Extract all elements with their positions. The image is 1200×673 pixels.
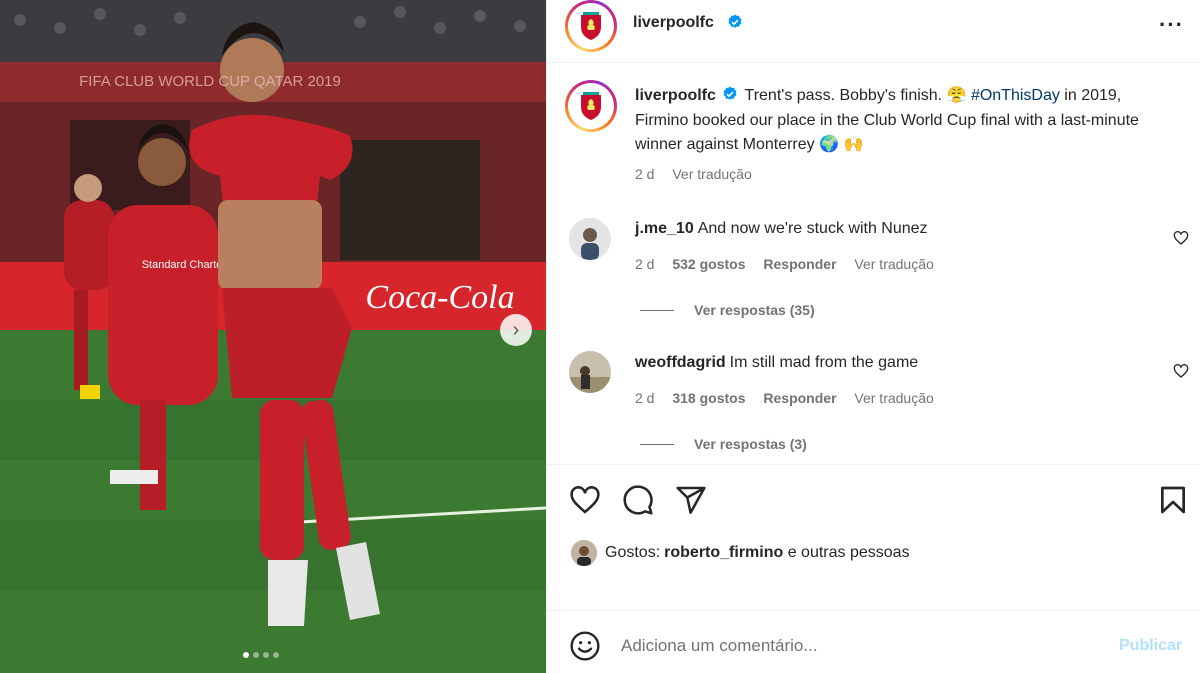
post-caption: liverpoolfc Trent's pass. Bobby's finish… xyxy=(635,84,1175,158)
likes-summary: Gostos: roberto_firmino e outras pessoas xyxy=(571,540,910,566)
verified-badge-icon xyxy=(728,14,742,28)
likes-user-link[interactable]: roberto_firmino xyxy=(664,544,783,562)
stadium-banner-text: FIFA CLUB WORLD CUP QATAR 2019 xyxy=(79,73,341,90)
post-actions-bar xyxy=(547,466,1200,536)
comment-translate-link[interactable]: Ver tradução xyxy=(854,390,933,406)
comment-translate-link[interactable]: Ver tradução xyxy=(854,256,933,272)
view-replies-button[interactable]: Ver respostas (3) xyxy=(640,436,807,452)
carousel-dot xyxy=(263,652,269,658)
carousel-indicator xyxy=(243,652,279,658)
add-comment-bar: Publicar xyxy=(547,610,1200,673)
comment-time[interactable]: 2 d xyxy=(635,390,654,406)
bookmark-icon[interactable] xyxy=(1157,484,1189,516)
post-side-panel: liverpoolfc ··· liverpoolfc Trent's pass… xyxy=(546,0,1200,673)
post-photo: Coca-Cola Standard Chartered FIFA CLUB W… xyxy=(0,0,546,673)
comments-section[interactable]: liverpoolfc Trent's pass. Bobby's finish… xyxy=(547,64,1200,465)
emoji-icon[interactable] xyxy=(569,630,601,662)
comment-avatar[interactable] xyxy=(569,351,611,393)
caption-hashtag[interactable]: #OnThisDay xyxy=(971,87,1060,104)
carousel-dot xyxy=(243,652,249,658)
likes-prefix: Gostos: xyxy=(605,544,661,561)
caption-translate-link[interactable]: Ver tradução xyxy=(672,166,751,182)
caption-text-before: Trent's pass. Bobby's finish. 😤 xyxy=(744,87,971,104)
caption-avatar[interactable] xyxy=(565,80,617,132)
carousel-dot xyxy=(253,652,259,658)
comment-username[interactable]: j.me_10 xyxy=(635,220,694,237)
comment-meta: 2 d 318 gostos Responder Ver tradução xyxy=(635,390,948,406)
comment-meta: 2 d 532 gostos Responder Ver tradução xyxy=(635,256,948,272)
post-header: liverpoolfc ··· xyxy=(547,0,1200,63)
comment-reply-button[interactable]: Responder xyxy=(763,256,836,272)
comment-input[interactable] xyxy=(621,633,1101,659)
caption-time[interactable]: 2 d xyxy=(635,166,654,182)
header-username[interactable]: liverpoolfc xyxy=(633,14,714,32)
comment-like-heart-icon[interactable] xyxy=(1173,363,1189,379)
heart-icon[interactable] xyxy=(569,484,601,516)
liverpool-crest-icon xyxy=(570,5,612,47)
comment-username[interactable]: weoffdagrid xyxy=(635,354,726,371)
comment-text: Im still mad from the game xyxy=(729,354,919,371)
comment-body: j.me_10 And now we're stuck with Nunez xyxy=(635,220,928,238)
liker-avatar[interactable] xyxy=(571,540,597,566)
profile-avatar[interactable] xyxy=(565,0,617,52)
replies-divider-line xyxy=(640,443,674,445)
more-options-icon[interactable]: ··· xyxy=(1159,12,1184,38)
replies-divider-line xyxy=(640,309,674,311)
share-icon[interactable] xyxy=(675,484,707,516)
comment-reply-button[interactable]: Responder xyxy=(763,390,836,406)
ad-board-text: Coca-Cola xyxy=(365,279,514,316)
comment-body: weoffdagrid Im still mad from the game xyxy=(635,354,918,372)
chevron-right-icon: › xyxy=(512,319,520,341)
likes-suffix[interactable]: e outras pessoas xyxy=(783,544,910,562)
post-media[interactable]: Coca-Cola Standard Chartered FIFA CLUB W… xyxy=(0,0,546,673)
caption-meta: 2 d Ver tradução xyxy=(635,166,766,182)
comment-avatar[interactable] xyxy=(569,218,611,260)
comment-likes[interactable]: 532 gostos xyxy=(672,256,745,272)
comment-like-heart-icon[interactable] xyxy=(1173,230,1189,246)
caption-username[interactable]: liverpoolfc xyxy=(635,87,716,104)
view-replies-label: Ver respostas (3) xyxy=(694,436,807,452)
publish-button[interactable]: Publicar xyxy=(1119,637,1182,655)
carousel-dot xyxy=(273,652,279,658)
comment-time[interactable]: 2 d xyxy=(635,256,654,272)
view-replies-label: Ver respostas (35) xyxy=(694,302,815,318)
comment-icon[interactable] xyxy=(622,484,654,516)
next-slide-button[interactable]: › xyxy=(500,314,532,346)
liverpool-crest-icon xyxy=(570,85,612,127)
comment-likes[interactable]: 318 gostos xyxy=(672,390,745,406)
instagram-post-view: Coca-Cola Standard Chartered FIFA CLUB W… xyxy=(0,0,1200,673)
verified-badge-icon xyxy=(723,86,737,100)
view-replies-button[interactable]: Ver respostas (35) xyxy=(640,302,815,318)
comment-text: And now we're stuck with Nunez xyxy=(697,220,928,237)
